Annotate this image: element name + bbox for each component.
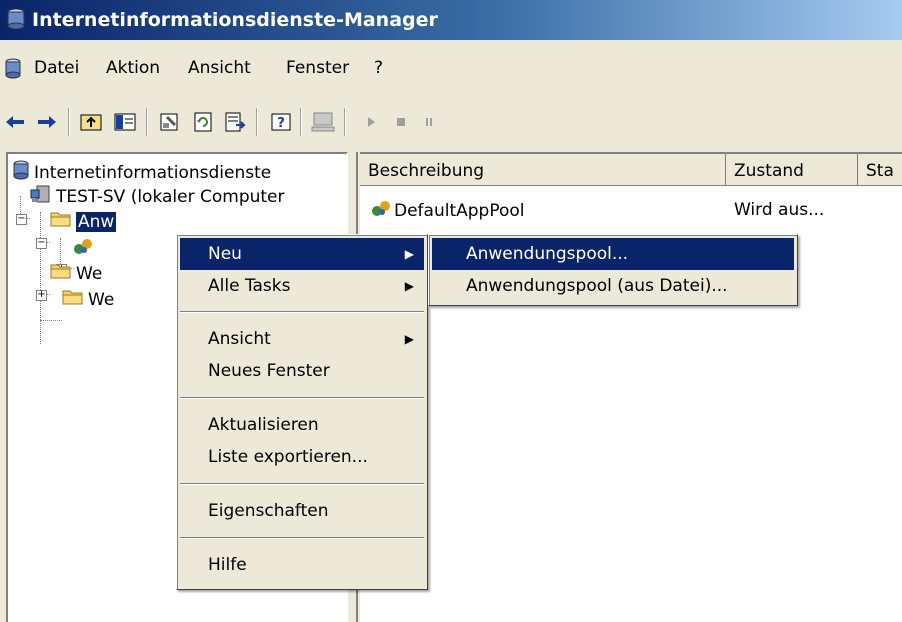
menu-item-label: Anwendungspool... [466,244,629,264]
forward-icon[interactable] [32,106,62,138]
submenu-arrow-icon: ▶ [404,247,414,261]
menu-item-neues-fenster[interactable]: Neues Fenster [180,355,424,387]
menu-item-ansicht[interactable]: Ansicht ▶ [180,323,424,355]
title-bar: Internetinformationsdienste-Manager [0,0,902,40]
menu-separator [180,311,424,313]
tree-label: TEST-SV (lokaler Computer [56,186,285,207]
iis-icon [6,8,26,35]
tree-label-selected: Anw [76,211,117,232]
menu-bar: Datei Aktion Ansicht Fenster ? [0,56,902,86]
app-pool-icon [370,198,392,223]
menu-item-hilfe[interactable]: Hilfe [180,549,424,581]
menu-item-anwendungspool-aus-datei[interactable]: Anwendungspool (aus Datei)... [432,270,794,302]
toolbar: ? [0,106,902,142]
column-header-status[interactable]: Sta [858,154,902,186]
tree-connector [40,212,41,344]
collapse-icon[interactable]: − [16,214,27,225]
menu-item-neu[interactable]: Neu ▶ [180,238,424,270]
menu-item-label: Alle Tasks [208,276,291,296]
submenu-arrow-icon: ▶ [404,332,414,346]
tree-item-websites[interactable]: We [50,262,102,285]
menu-item-label: Anwendungspool (aus Datei)... [466,276,728,296]
menu-item-liste-exportieren[interactable]: Liste exportieren... [180,441,424,473]
menu-item-label: Aktualisieren [208,415,319,435]
toolbar-separator [344,108,346,136]
menu-item-aktualisieren[interactable]: Aktualisieren [180,409,424,441]
computer-icon[interactable] [308,106,338,138]
menu-datei[interactable]: Datei [34,58,79,78]
list-pane: Beschreibung Zustand Sta DefaultAppPool … [360,152,902,622]
list-item-name: DefaultAppPool [394,200,525,221]
tree-connector [40,320,62,321]
menu-ansicht[interactable]: Ansicht [188,58,251,78]
menu-separator [180,397,424,399]
svg-text:?: ? [277,116,285,131]
context-menu: Neu ▶ Alle Tasks ▶ Ansicht ▶ Neues Fenst… [176,234,428,590]
system-menu-icon[interactable] [4,58,22,85]
list-item-state: Wird aus... [734,200,825,220]
menu-item-alle-tasks[interactable]: Alle Tasks ▶ [180,270,424,302]
collapse-icon[interactable]: − [36,238,47,249]
menu-item-label: Hilfe [208,555,247,575]
tree-label: We [76,263,103,284]
stop-icon[interactable] [386,106,416,138]
tree-label: We [88,289,115,310]
tree-item-web-extensions[interactable]: We [62,288,114,311]
help-icon[interactable]: ? [266,106,296,138]
menu-item-label: Liste exportieren... [208,447,368,467]
up-folder-icon[interactable] [76,106,106,138]
tree-label: Internetinformationsdienste [34,162,272,183]
menu-item-label: Neu [208,244,242,264]
back-icon[interactable] [0,106,30,138]
toolbar-separator [300,108,302,136]
toolbar-separator [146,108,148,136]
window-title: Internetinformationsdienste-Manager [32,9,438,31]
play-icon[interactable] [356,106,386,138]
menu-separator [180,537,424,539]
menu-item-anwendungspool[interactable]: Anwendungspool... [432,238,794,270]
tree-item-app-pools[interactable]: Anw [50,210,117,233]
menu-item-label: Neues Fenster [208,361,330,381]
folder-icon [50,210,72,233]
properties-icon[interactable] [154,106,184,138]
menu-aktion[interactable]: Aktion [106,58,160,78]
menu-item-label: Eigenschaften [208,501,329,521]
menu-separator [180,483,424,485]
app-pool-icon [72,236,94,261]
refresh-icon[interactable] [188,106,218,138]
show-hide-tree-icon[interactable] [110,106,140,138]
menu-fenster[interactable]: Fenster [286,58,349,78]
toolbar-separator [256,108,258,136]
submenu-neu: Anwendungspool... Anwendungspool (aus Da… [428,234,798,306]
tree-item-iis[interactable]: Internetinformationsdienste [12,160,271,185]
expand-icon[interactable]: + [36,290,47,301]
tree-item-server[interactable]: TEST-SV (lokaler Computer [30,184,285,209]
column-header-zustand[interactable]: Zustand [726,154,858,186]
folder-icon [62,288,84,311]
tree-item-app-pool[interactable] [72,236,98,261]
list-item[interactable]: DefaultAppPool [370,198,525,223]
pause-icon[interactable] [414,106,444,138]
folder-icon [50,262,72,285]
export-list-icon[interactable] [220,106,250,138]
menu-help[interactable]: ? [374,58,383,78]
submenu-arrow-icon: ▶ [404,279,414,293]
toolbar-separator [68,108,70,136]
menu-item-label: Ansicht [208,329,271,349]
column-header-beschreibung[interactable]: Beschreibung [360,154,726,186]
iis-icon [12,160,30,185]
server-icon [30,184,52,209]
menu-item-eigenschaften[interactable]: Eigenschaften [180,495,424,527]
